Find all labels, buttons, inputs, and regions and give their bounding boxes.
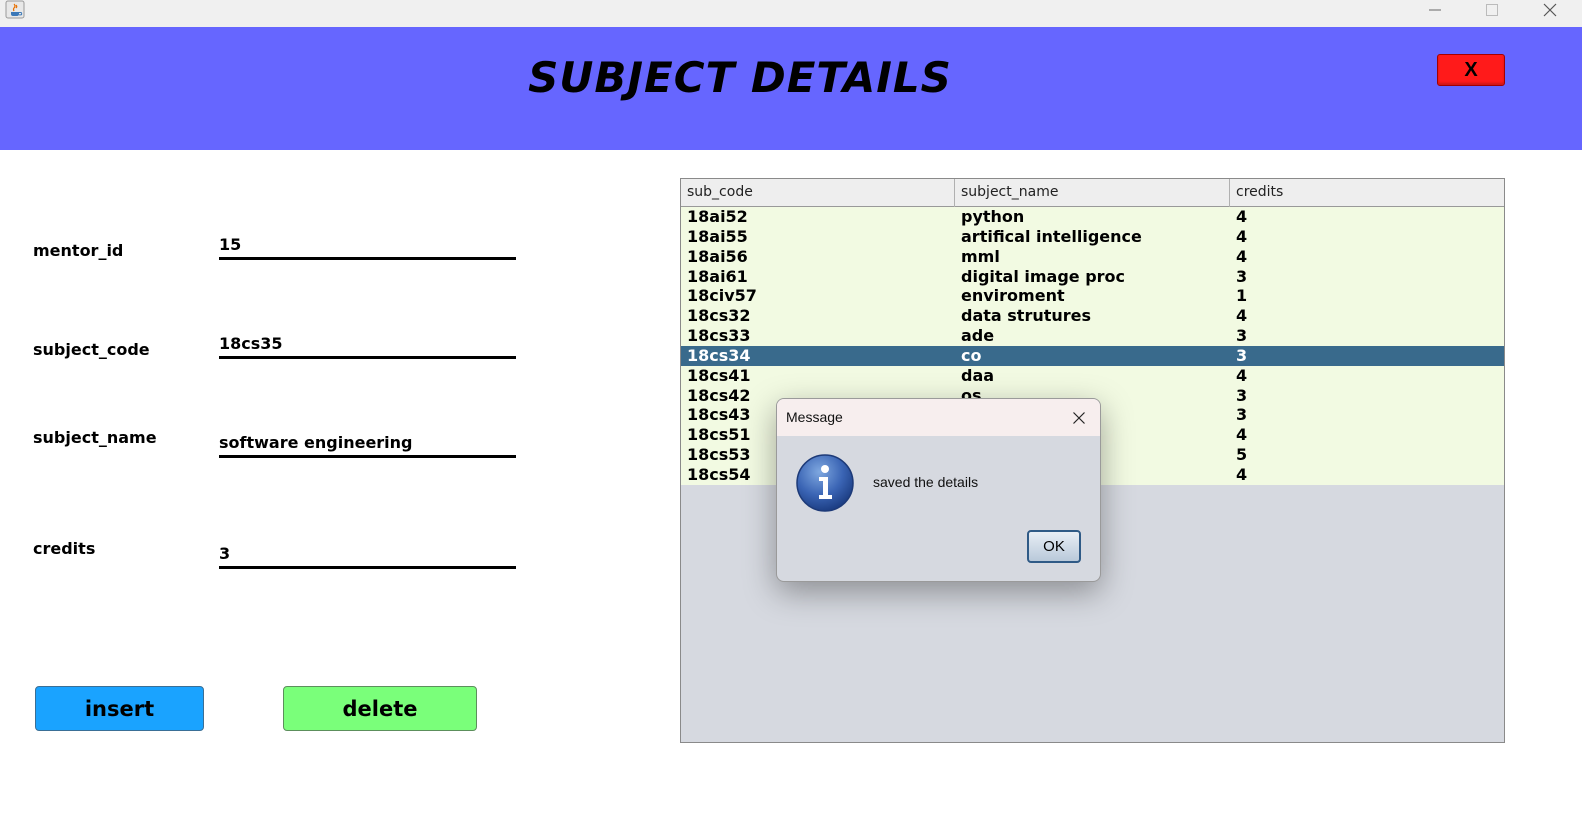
table-header: sub_code subject_name credits [681, 179, 1504, 207]
cell-sub-code: 18cs33 [687, 326, 751, 346]
cell-credits: 3 [1236, 326, 1248, 346]
table-row[interactable]: 18ai55 artifical intelligence 4 [681, 226, 1504, 247]
subject-details-window: SUBJECT DETAILS X mentor_id subject_code… [0, 0, 1582, 836]
cell-subject-name: mml [961, 246, 1000, 266]
subject-name-field[interactable] [219, 430, 516, 458]
close-app-button[interactable]: X [1437, 54, 1505, 86]
header-banner: SUBJECT DETAILS X [0, 27, 1582, 150]
table-row[interactable]: 18ai61 digital image proc 3 [681, 266, 1504, 287]
window-titlebar [0, 0, 1582, 27]
dialog-close-icon[interactable] [1064, 407, 1094, 429]
info-icon [796, 454, 854, 512]
table-row[interactable]: 18cs32 data strutures 4 [681, 306, 1504, 327]
cell-subject-name: co [961, 345, 982, 365]
subject-code-label: subject_code [33, 340, 150, 359]
subject-name-label: subject_name [33, 428, 157, 447]
maximize-icon[interactable] [1467, 0, 1517, 20]
ok-button[interactable]: OK [1027, 530, 1081, 563]
cell-subject-name: ade [961, 326, 995, 346]
cell-credits: 4 [1236, 425, 1248, 445]
cell-subject-name: python [961, 207, 1025, 226]
minimize-icon[interactable] [1410, 0, 1460, 20]
cell-credits: 3 [1236, 405, 1248, 425]
cell-subject-name: enviroment [961, 286, 1065, 306]
cell-sub-code: 18ai52 [687, 207, 748, 226]
insert-button[interactable]: insert [35, 686, 204, 731]
cell-credits: 1 [1236, 286, 1248, 306]
table-row[interactable]: 18cs33 ade 3 [681, 326, 1504, 346]
close-icon[interactable] [1525, 0, 1575, 20]
table-row[interactable]: 18cs34 co 3 [681, 345, 1504, 366]
cell-sub-code: 18ai55 [687, 226, 748, 246]
cell-subject-name: digital image proc [961, 266, 1126, 286]
column-header-sub-code[interactable]: sub_code [681, 179, 955, 207]
cell-subject-name: daa [961, 365, 995, 385]
credits-field[interactable] [219, 541, 516, 569]
table-row[interactable]: 18civ57 enviroment 1 [681, 286, 1504, 307]
cell-credits: 4 [1236, 464, 1248, 484]
credits-label: credits [33, 539, 96, 558]
cell-credits: 3 [1236, 266, 1248, 286]
column-header-credits[interactable]: credits [1230, 179, 1504, 207]
cell-credits: 4 [1236, 306, 1248, 326]
cell-credits: 3 [1236, 385, 1248, 405]
cell-credits: 4 [1236, 226, 1248, 246]
cell-credits: 4 [1236, 207, 1248, 226]
cell-sub-code: 18cs34 [687, 345, 751, 365]
table-row[interactable]: 18ai56 mml 4 [681, 246, 1504, 267]
cell-sub-code: 18cs32 [687, 306, 751, 326]
cell-sub-code: 18ai56 [687, 246, 748, 266]
column-header-subject-name[interactable]: subject_name [955, 179, 1230, 207]
cell-subject-name: artifical intelligence [961, 226, 1142, 246]
message-dialog: Message saved the details OK [776, 398, 1101, 582]
dialog-title: Message [786, 409, 843, 425]
cell-subject-name: data strutures [961, 306, 1092, 326]
dialog-titlebar: Message [777, 399, 1100, 436]
dialog-message: saved the details [873, 474, 979, 490]
mentor-id-field[interactable] [219, 232, 516, 260]
mentor-id-label: mentor_id [33, 241, 124, 260]
java-app-icon [5, 0, 25, 19]
table-row[interactable]: 18cs41 daa 4 [681, 365, 1504, 386]
cell-credits: 5 [1236, 445, 1248, 465]
page-title: SUBJECT DETAILS [528, 53, 952, 102]
table-row[interactable]: 18ai52 python 4 [681, 207, 1504, 227]
subject-code-field[interactable] [219, 331, 516, 359]
cell-sub-code: 18civ57 [687, 286, 757, 306]
cell-sub-code: 18ai61 [687, 266, 748, 286]
delete-button[interactable]: delete [283, 686, 477, 731]
cell-credits: 4 [1236, 246, 1248, 266]
cell-credits: 3 [1236, 345, 1248, 365]
cell-credits: 4 [1236, 365, 1248, 385]
cell-sub-code: 18cs41 [687, 365, 751, 385]
